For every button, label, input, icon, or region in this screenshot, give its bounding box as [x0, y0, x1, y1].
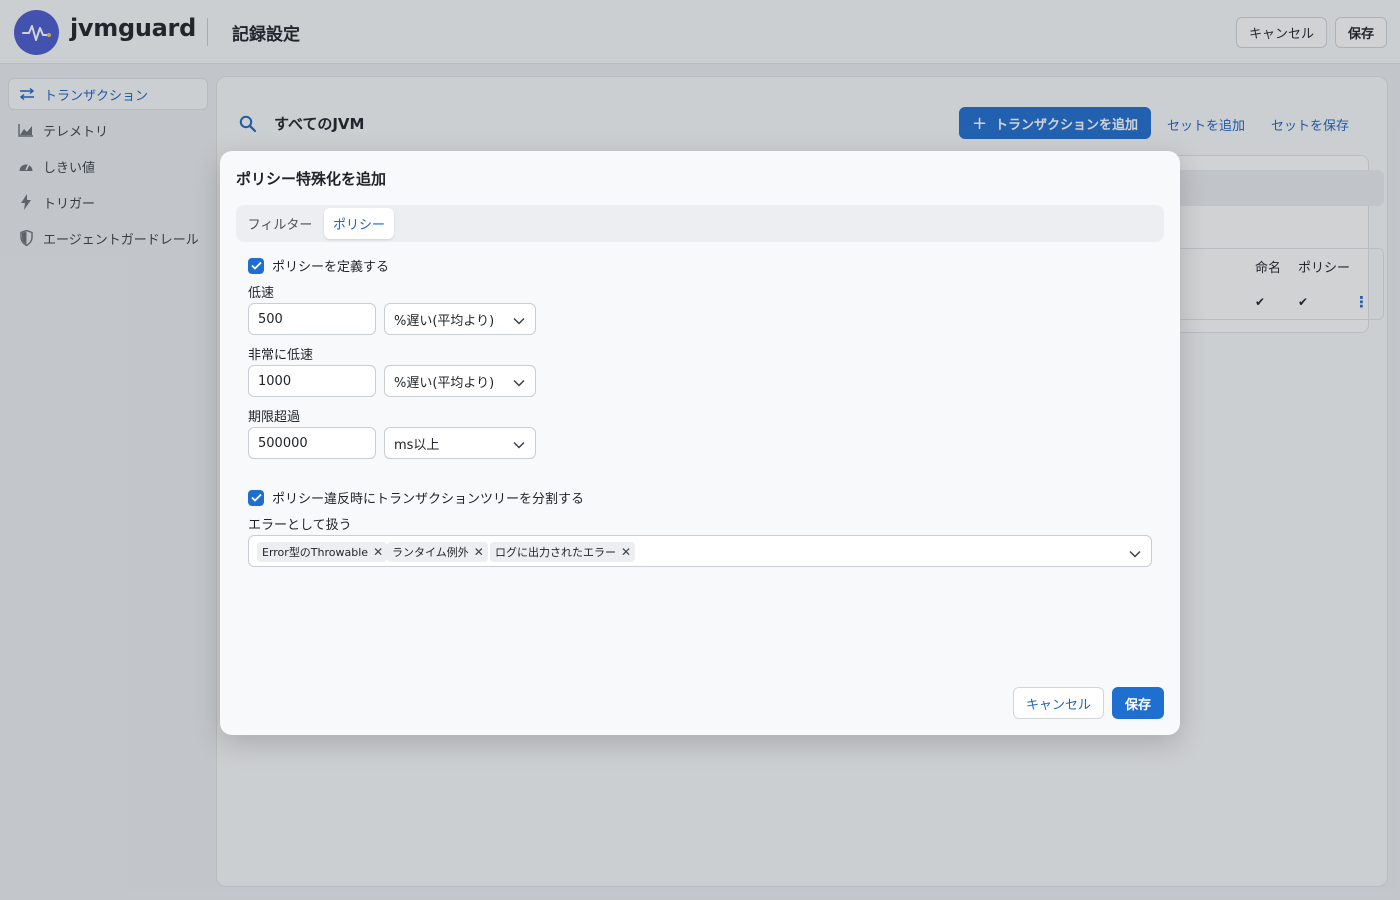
dialog-cancel-button[interactable]: キャンセル [1013, 687, 1104, 719]
dialog-title: ポリシー特殊化を追加 [236, 170, 387, 188]
slow-unit-select[interactable]: %遅い(平均より) [384, 303, 536, 335]
overdue-threshold-input[interactable]: 500000 [248, 427, 376, 459]
split-tree-label: ポリシー違反時にトランザクションツリーを分割する [272, 492, 585, 507]
chip-label: Error型のThrowable [262, 546, 369, 559]
very-slow-unit-select[interactable]: %遅い(平均より) [384, 365, 536, 397]
tab-filter[interactable]: フィルター [240, 208, 320, 239]
error-type-chip: ランタイム例外 ✕ [387, 542, 488, 562]
define-policy-label: ポリシーを定義する [272, 260, 390, 275]
split-tree-checkbox[interactable] [248, 489, 264, 506]
treat-as-error-multiselect[interactable]: Error型のThrowable ✕ ランタイム例外 ✕ ログに出力されたエラー… [248, 535, 1152, 567]
remove-chip-icon[interactable]: ✕ [621, 545, 631, 559]
overdue-unit-value: ms以上 [394, 437, 440, 453]
error-type-chip: Error型のThrowable ✕ [257, 542, 388, 562]
chevron-down-icon [513, 376, 525, 391]
very-slow-label: 非常に低速 [248, 348, 314, 363]
treat-as-error-label: エラーとして扱う [248, 518, 352, 533]
error-type-chip: ログに出力されたエラー ✕ [490, 542, 636, 562]
chevron-down-icon[interactable] [1129, 546, 1141, 562]
overdue-label: 期限超過 [248, 410, 301, 425]
add-policy-specialization-dialog: ポリシー特殊化を追加 フィルター ポリシー ポリシーを定義する 低速 500 %… [220, 151, 1180, 735]
define-policy-checkbox[interactable] [248, 257, 264, 274]
chevron-down-icon [513, 438, 525, 453]
tab-policy[interactable]: ポリシー [324, 208, 394, 239]
very-slow-unit-value: %遅い(平均より) [394, 375, 495, 391]
dialog-tabs: フィルター ポリシー [236, 205, 1164, 242]
split-tree-checkbox-row[interactable]: ポリシー違反時にトランザクションツリーを分割する [248, 488, 584, 507]
chevron-down-icon [513, 314, 525, 329]
slow-unit-value: %遅い(平均より) [394, 313, 495, 329]
slow-threshold-input[interactable]: 500 [248, 303, 376, 335]
remove-chip-icon[interactable]: ✕ [474, 545, 484, 559]
slow-label: 低速 [248, 286, 275, 301]
define-policy-checkbox-row[interactable]: ポリシーを定義する [248, 256, 389, 275]
remove-chip-icon[interactable]: ✕ [373, 545, 383, 559]
overdue-unit-select[interactable]: ms以上 [384, 427, 536, 459]
dialog-save-button[interactable]: 保存 [1112, 687, 1164, 719]
very-slow-threshold-input[interactable]: 1000 [248, 365, 376, 397]
chip-label: ランタイム例外 [392, 546, 469, 559]
chip-label: ログに出力されたエラー [495, 546, 616, 559]
